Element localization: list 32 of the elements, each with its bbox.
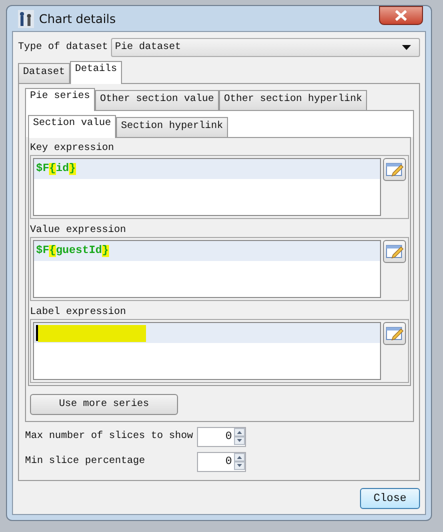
close-button[interactable] xyxy=(379,6,423,25)
tab[interactable]: Details xyxy=(70,61,122,84)
pencil-window-icon xyxy=(386,326,404,342)
tab[interactable]: Pie series xyxy=(25,88,96,111)
use-more-series-button[interactable]: Use more series xyxy=(30,394,178,415)
tab[interactable]: Other section hyperlink xyxy=(219,90,368,110)
dataset-type-dropdown[interactable]: Pie dataset xyxy=(111,38,420,57)
pencil-window-icon xyxy=(386,244,404,260)
tab[interactable]: Dataset xyxy=(18,63,70,83)
field-label: Label expression xyxy=(30,307,128,319)
pencil-window-icon xyxy=(386,162,404,178)
spinner-arrows-icon xyxy=(234,428,245,445)
spinner-arrows-icon xyxy=(234,453,245,470)
field-label: Value expression xyxy=(30,225,128,237)
number-spinner[interactable]: 0 xyxy=(197,426,246,446)
tab[interactable]: Other section value xyxy=(95,90,220,110)
caret-icon xyxy=(402,45,411,50)
tab[interactable]: Section hyperlink xyxy=(116,117,228,137)
close-icon xyxy=(395,10,407,21)
field-label: Min slice percentage xyxy=(25,456,146,467)
figures-icon xyxy=(18,10,34,28)
number-spinner[interactable]: 0 xyxy=(197,452,246,472)
edit-expression-button[interactable] xyxy=(383,240,406,263)
field-label: Type of dataset xyxy=(18,42,108,53)
field-label: Key expression xyxy=(30,143,116,155)
edit-expression-button[interactable] xyxy=(383,158,406,181)
tab[interactable]: Section value xyxy=(28,115,116,138)
close-button[interactable]: Close xyxy=(360,488,420,509)
window-title: Chart details xyxy=(39,12,116,26)
field-label: Max number of slices to show xyxy=(25,431,194,442)
edit-expression-button[interactable] xyxy=(383,322,406,345)
expression-field[interactable] xyxy=(33,322,381,380)
